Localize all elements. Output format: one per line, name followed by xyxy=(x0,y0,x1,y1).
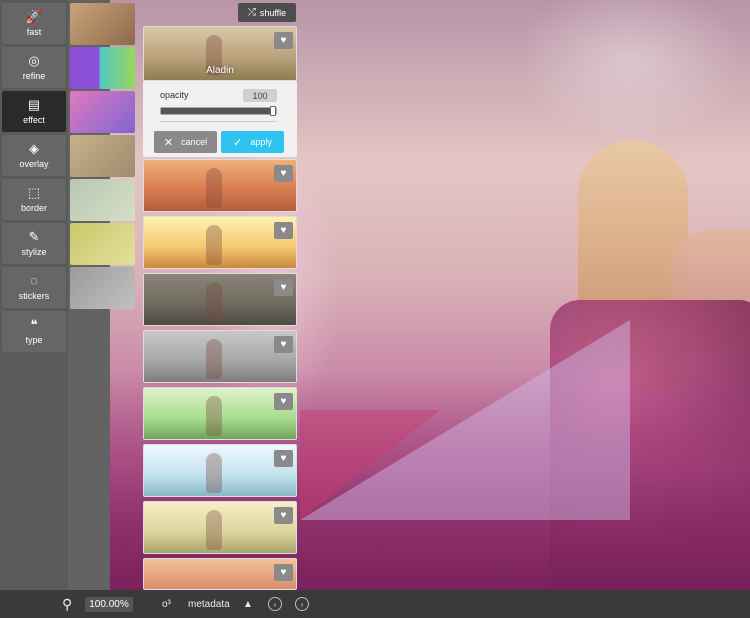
effect-thumb-subject xyxy=(206,339,222,379)
cancel-label: cancel xyxy=(181,137,208,147)
effect-card[interactable]: ♥ xyxy=(143,501,297,554)
divider xyxy=(160,121,277,122)
heart-icon[interactable]: ♥ xyxy=(274,393,293,410)
effect-thumb-subject xyxy=(206,396,222,436)
effect-category-thumb[interactable] xyxy=(70,179,135,221)
quote-icon: ❝ xyxy=(30,317,38,332)
opacity-slider-fill xyxy=(161,108,276,114)
heart-icon[interactable]: ♥ xyxy=(274,507,293,524)
heart-icon[interactable]: ♥ xyxy=(274,336,293,353)
tool-overlay[interactable]: ◈ overlay xyxy=(2,135,66,176)
heart-icon[interactable]: ♥ xyxy=(274,222,293,239)
effect-thumb-subject xyxy=(206,453,222,493)
heart-icon[interactable]: ♥ xyxy=(274,564,293,581)
opacity-slider-handle[interactable] xyxy=(270,106,276,116)
tool-stickers[interactable]: ◌ stickers xyxy=(2,267,66,308)
refine-icon: ◎ xyxy=(28,53,40,68)
tool-label: type xyxy=(25,335,43,345)
brush-icon: ✎ xyxy=(28,229,40,244)
previous-icon[interactable]: ‹ xyxy=(268,597,282,611)
apply-button[interactable]: ✓ apply xyxy=(221,131,284,153)
close-icon: ✕ xyxy=(163,136,174,149)
heart-icon[interactable]: ♥ xyxy=(274,279,293,296)
cancel-button[interactable]: ✕ cancel xyxy=(154,131,217,153)
effect-card-selected[interactable]: ♥ Aladin xyxy=(143,26,297,81)
opacity-value[interactable]: 100 xyxy=(243,89,277,102)
metadata-button[interactable]: metadata xyxy=(188,590,230,618)
film-icon: ▤ xyxy=(27,97,41,112)
effect-name: Aladin xyxy=(206,65,234,76)
tool-label: stylize xyxy=(21,247,47,257)
zoom-level[interactable]: 100.00% xyxy=(85,597,133,612)
effect-thumb-subject xyxy=(206,168,222,208)
effect-thumb-subject xyxy=(206,225,222,265)
effect-settings-panel: opacity 100 ✕ cancel ✓ apply xyxy=(143,81,297,157)
zoom-icon[interactable]: ⚲ xyxy=(62,590,72,618)
tool-effect[interactable]: ▤ effect xyxy=(2,91,66,132)
metadata-icon: o³ xyxy=(162,598,171,610)
tool-type[interactable]: ❝ type xyxy=(2,311,66,352)
effect-thumb-subject xyxy=(206,510,222,550)
next-icon[interactable]: › xyxy=(295,597,309,611)
chevron-up-icon[interactable]: ▲ xyxy=(243,590,253,618)
heart-icon[interactable]: ♥ xyxy=(274,165,293,182)
tool-fast[interactable]: 🚀 fast xyxy=(2,3,66,44)
effect-category-thumb[interactable] xyxy=(70,3,135,45)
effect-card[interactable]: ♥ xyxy=(143,159,297,212)
effect-category-thumb[interactable] xyxy=(70,47,135,89)
tool-label: border xyxy=(20,203,47,213)
apply-label: apply xyxy=(250,137,272,147)
effect-thumb-subject xyxy=(206,282,222,322)
effect-category-column xyxy=(68,0,135,590)
effect-category-thumb[interactable] xyxy=(70,267,135,309)
effect-category-thumb[interactable] xyxy=(70,223,135,265)
effect-card[interactable]: ♥ xyxy=(143,330,297,383)
effect-card[interactable]: ♥ xyxy=(143,216,297,269)
tool-label: refine xyxy=(22,71,46,81)
rocket-icon: 🚀 xyxy=(25,9,43,24)
heart-icon[interactable]: ♥ xyxy=(274,450,293,467)
shuffle-icon: ⤮ xyxy=(247,7,256,18)
tool-refine[interactable]: ◎ refine xyxy=(2,47,66,88)
tool-label: fast xyxy=(26,27,42,37)
shuffle-label: shuffle xyxy=(259,7,287,18)
sticker-icon: ◌ xyxy=(30,273,38,288)
layers-icon: ◈ xyxy=(29,141,39,156)
tool-sidebar: 🚀 fast ◎ refine ▤ effect ◈ overlay ⬚ bor… xyxy=(0,0,68,590)
heart-icon[interactable]: ♥ xyxy=(274,32,293,49)
opacity-label: opacity xyxy=(160,90,189,100)
tool-border[interactable]: ⬚ border xyxy=(2,179,66,220)
effect-card[interactable]: ♥ xyxy=(143,387,297,440)
border-icon: ⬚ xyxy=(27,185,41,200)
effect-category-thumb[interactable] xyxy=(70,135,135,177)
tool-label: stickers xyxy=(18,291,50,301)
shuffle-button[interactable]: ⤮ shuffle xyxy=(238,3,296,22)
canvas-triangle-overlay-2 xyxy=(300,410,440,520)
effect-card[interactable]: ♥ xyxy=(143,558,297,590)
check-icon: ✓ xyxy=(233,136,243,149)
tool-label: overlay xyxy=(19,159,49,169)
effect-card[interactable]: ♥ xyxy=(143,444,297,497)
status-bar: ⚲ 100.00% o³ metadata ▲ ‹ › xyxy=(0,590,750,618)
effect-category-thumb[interactable] xyxy=(70,91,135,133)
effect-card[interactable]: ♥ xyxy=(143,273,297,326)
tool-stylize[interactable]: ✎ stylize xyxy=(2,223,66,264)
tool-label: effect xyxy=(23,115,45,125)
opacity-slider[interactable] xyxy=(160,106,277,116)
